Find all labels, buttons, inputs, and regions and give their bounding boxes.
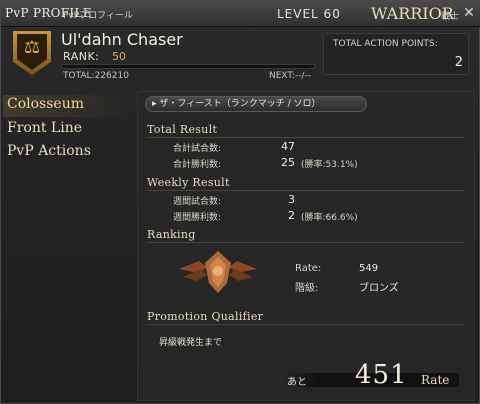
weekly-wins-value: 2 xyxy=(288,209,295,222)
total-win-rate: (勝率:53.1%) xyxy=(301,160,358,170)
promotion-text: 昇級戦発生まで xyxy=(159,338,223,348)
tier-label: 階級: xyxy=(295,283,319,294)
close-icon[interactable]: ✕ xyxy=(461,5,477,21)
total-wins-value: 25 xyxy=(281,156,295,169)
total-matches-value: 47 xyxy=(281,140,295,153)
bronze-rank-emblem-icon xyxy=(179,251,257,293)
action-points-label: TOTAL ACTION POINTS: xyxy=(333,39,438,49)
nav-item-colosseum[interactable]: Colosseum xyxy=(7,96,84,112)
promotion-prefix: あと xyxy=(287,377,307,388)
rate-label: Rate: xyxy=(295,263,322,274)
promotion-unit: Rate xyxy=(421,373,450,387)
nav-item-pvp-actions[interactable]: PvP Actions xyxy=(7,143,91,159)
ranking-header: Ranking xyxy=(147,228,465,243)
weekly-matches-value: 3 xyxy=(288,193,295,206)
tier-value: ブロンズ xyxy=(359,283,399,294)
promotion-header: Promotion Qualifier xyxy=(147,310,465,325)
action-points-value: 2 xyxy=(454,55,463,70)
title-bar[interactable]: PvP PROFILE PvPプロフィール LEVEL 60 WARRIOR 戦… xyxy=(1,1,480,27)
next-points: NEXT:--/-- xyxy=(269,71,311,81)
weekly-result-header: Weekly Result xyxy=(147,176,465,191)
total-result-header: Total Result xyxy=(147,123,465,138)
weekly-matches-label: 週間試合数: xyxy=(173,197,222,207)
total-points: TOTAL:226210 xyxy=(63,71,129,81)
total-wins-label: 合計勝利数: xyxy=(173,160,222,170)
mode-dropdown[interactable]: ▸ ザ・フィースト（ランクマッチ / ソロ） xyxy=(145,96,367,112)
weekly-win-rate: (勝率:66.6%) xyxy=(301,213,358,223)
rank-progress-bar xyxy=(61,64,315,69)
rank-label: RANK: xyxy=(63,50,100,63)
player-name: Ul'dahn Chaser xyxy=(61,30,183,49)
pvp-profile-window: PvP PROFILE PvPプロフィール LEVEL 60 WARRIOR 戦… xyxy=(0,0,480,404)
rank-value: 50 xyxy=(112,50,126,63)
level-label: LEVEL 60 xyxy=(277,7,341,21)
rate-value: 549 xyxy=(359,263,379,274)
scales-glyph-icon: ⚖ xyxy=(23,37,41,58)
job-name-jp: 戦士 xyxy=(441,12,460,22)
total-matches-label: 合計試合数: xyxy=(173,144,222,154)
nav-item-front-line[interactable]: Front Line xyxy=(7,120,82,136)
promotion-value: 451 xyxy=(355,360,408,390)
weekly-wins-label: 週間勝利数: xyxy=(173,213,222,223)
window-subtitle: PvPプロフィール xyxy=(63,11,134,21)
